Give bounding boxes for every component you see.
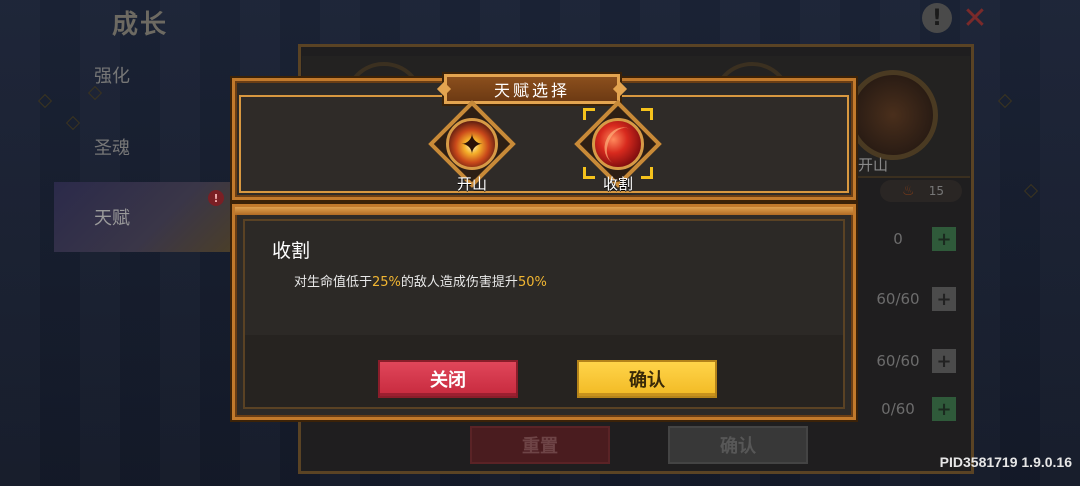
confirm-button[interactable]: 确认 [577, 360, 717, 398]
talent-detail-inner [243, 219, 845, 409]
sidebar-item-label: 圣魂 [94, 138, 130, 159]
plus-icon[interactable]: + [932, 287, 956, 311]
version-label: PID3581719 1.9.0.16 [939, 454, 1072, 470]
frame-divider [235, 207, 853, 215]
plus-icon[interactable]: + [932, 227, 956, 251]
harvest-slash-icon [592, 117, 644, 170]
stat-row: 60/60 + [852, 338, 968, 384]
stat-value: 0/60 [881, 400, 915, 418]
desc-text-part: 的敌人造成伤害提升 [400, 275, 518, 290]
talent-orb [574, 99, 662, 188]
talent-points-value: 15 [928, 184, 944, 198]
plus-icon[interactable]: + [932, 349, 956, 373]
talent-points-counter: ♨ 15 [880, 180, 962, 202]
sidebar-item-talent[interactable]: 天赋 ! [54, 182, 230, 252]
talent-option-shouge[interactable]: 收割 [574, 99, 662, 194]
reset-button[interactable]: 重置 [470, 426, 610, 464]
sidebar-item-label: 强化 [94, 66, 130, 87]
selection-corner-icon [583, 167, 595, 179]
dialog-title: 天赋选择 [444, 74, 620, 104]
notification-badge: ! [208, 190, 224, 206]
close-icon[interactable]: ✕ [960, 1, 990, 36]
talent-detail-frame [232, 204, 856, 420]
talent-name: 开山 [456, 175, 487, 193]
sidebar-item-label: 天赋 [94, 208, 130, 229]
desc-text-part: 对生命值低于 [294, 275, 373, 290]
panel-confirm-button[interactable]: 确认 [668, 426, 808, 464]
bonus-value: 50% [517, 275, 547, 290]
talent-choice-inner [239, 95, 849, 193]
talent-option-kaishan[interactable]: 开山 [428, 99, 516, 194]
page-title: 成长 [112, 10, 169, 40]
help-icon[interactable]: ! [922, 3, 952, 33]
plus-icon[interactable]: + [932, 397, 956, 421]
equipped-talent-icon [848, 70, 938, 160]
selection-corner-icon [641, 167, 653, 179]
talent-detail-description: 对生命值低于25%的敌人造成伤害提升50% [294, 271, 547, 290]
close-button[interactable]: 关闭 [378, 360, 518, 398]
stat-row: 0 + [852, 216, 968, 262]
talent-name: 收割 [602, 175, 633, 193]
sidebar-item-strengthen[interactable]: 强化 [54, 40, 230, 110]
selection-corner-icon [641, 108, 653, 120]
sidebar-item-soul[interactable]: 圣魂 [54, 112, 230, 182]
stat-value: 60/60 [876, 352, 920, 370]
stat-value: 60/60 [876, 290, 920, 308]
fire-icon: ♨ [902, 183, 915, 199]
talent-detail-title: 收割 [272, 240, 311, 262]
threshold-value: 25% [372, 275, 401, 290]
stat-value: 0 [893, 230, 903, 248]
talent-orb [428, 99, 516, 188]
stat-row: 0/60 + [852, 396, 968, 422]
selection-corner-icon [583, 108, 595, 120]
button-area [245, 335, 843, 407]
mountain-burst-icon [446, 117, 498, 170]
equipped-talent-label: 开山 [858, 156, 889, 174]
stat-row: 60/60 + [852, 276, 968, 322]
